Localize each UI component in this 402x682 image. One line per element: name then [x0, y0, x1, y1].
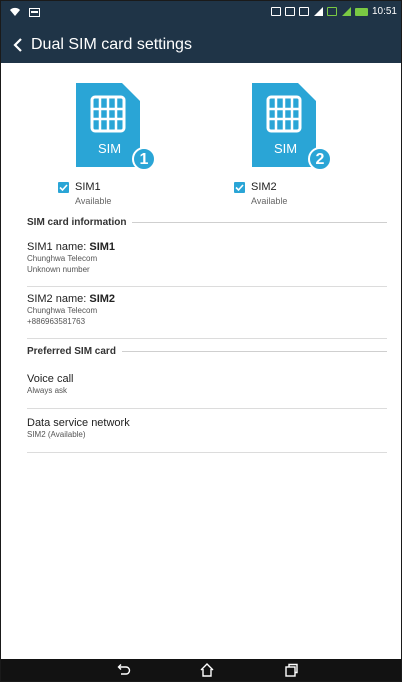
sim2-label: SIM2: [251, 181, 277, 193]
sim1-status: Available: [75, 196, 112, 206]
sim2-number: +886963581763: [27, 317, 86, 326]
voice-call-title: Voice call: [27, 373, 74, 385]
clock: 10:51: [371, 6, 397, 17]
status-left: [9, 7, 40, 20]
sim2-status: Available: [251, 196, 288, 206]
sim2-name-label: SIM2 name:: [27, 293, 90, 305]
page-title: Dual SIM card settings: [31, 36, 192, 53]
recents-icon[interactable]: [283, 662, 299, 678]
sim2-name-value: SIM2: [89, 293, 116, 305]
sim2-carrier: Chunghwa Telecom: [27, 306, 98, 315]
sim1-name-label: SIM1 name:: [27, 241, 90, 253]
sim2-checkbox[interactable]: [234, 181, 245, 193]
section-title: Preferred SIM card: [27, 346, 116, 357]
signal-sim2-icon: [341, 7, 351, 16]
sim2-checkbox-row[interactable]: SIM2: [234, 181, 277, 193]
navigation-bar: [1, 659, 401, 681]
screen: 10:51 Dual SIM card settings SIM 1 SIM1 …: [0, 0, 402, 682]
status-right: 10:51: [270, 6, 397, 17]
voice-call-row[interactable]: Voice call Always ask: [27, 373, 387, 409]
sim-card-icon: SIM: [252, 83, 316, 167]
sim-card-icon: [284, 7, 295, 16]
status-bar: 10:51: [1, 1, 401, 27]
message-icon: [29, 7, 40, 20]
sim-info-section-header: SIM card information: [27, 217, 387, 228]
sim1-carrier: Chunghwa Telecom: [27, 254, 98, 263]
data-service-title: Data service network: [27, 417, 130, 429]
sim2-card-text: SIM: [274, 141, 297, 156]
sim1-card-text: SIM: [98, 141, 121, 156]
sim2-name: SIM2 name: SIM2: [27, 293, 387, 305]
back-icon[interactable]: [115, 662, 131, 678]
wifi-icon: [9, 7, 21, 20]
divider: [132, 222, 387, 223]
sim1-icon: [298, 7, 309, 16]
divider: [121, 351, 387, 352]
sim1-name: SIM1 name: SIM1: [27, 241, 387, 253]
data-service-value: SIM2 (Available): [27, 430, 86, 439]
battery-icon: [354, 7, 368, 16]
preferred-section-header: Preferred SIM card: [27, 346, 387, 357]
sim1-info-row[interactable]: SIM1 name: SIM1 Chunghwa Telecom Unknown…: [27, 241, 387, 287]
home-icon[interactable]: [199, 662, 215, 678]
back-arrow-icon[interactable]: [7, 27, 29, 63]
sim1-name-value: SIM1: [89, 241, 116, 253]
section-title: SIM card information: [27, 217, 127, 228]
sim1-label: SIM1: [75, 181, 101, 193]
data-service-row[interactable]: Data service network SIM2 (Available): [27, 417, 387, 453]
sim2-info-row[interactable]: SIM2 name: SIM2 Chunghwa Telecom +886963…: [27, 293, 387, 339]
sim1-checkbox-row[interactable]: SIM1: [58, 181, 101, 193]
sim1-number: Unknown number: [27, 265, 90, 274]
voice-call-value: Always ask: [27, 386, 68, 395]
vibrate-icon: [270, 7, 281, 16]
sim1-checkbox[interactable]: [58, 181, 69, 193]
action-bar: Dual SIM card settings: [1, 27, 401, 63]
signal-sim1-icon: [313, 7, 323, 16]
sim2-number-badge: 2: [308, 147, 332, 171]
sim-cards-area: SIM 1 SIM1 Available SIM 2 SIM2 Availabl…: [1, 73, 401, 213]
sim2-icon: [326, 7, 337, 16]
sim1-number-badge: 1: [132, 147, 156, 171]
sim-card-icon: SIM: [76, 83, 140, 167]
